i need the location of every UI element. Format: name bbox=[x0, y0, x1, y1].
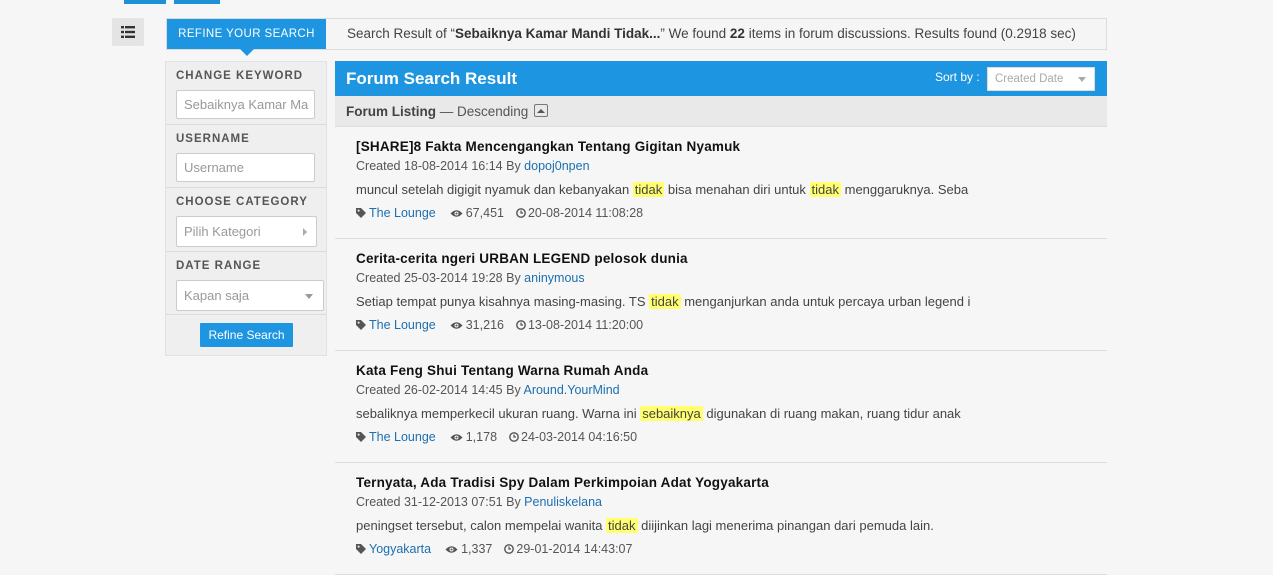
result-title[interactable]: Kata Feng Shui Tentang Warna Rumah Anda bbox=[356, 363, 1086, 381]
result-last-post: 20-08-2014 11:08:28 bbox=[527, 206, 644, 220]
result-views: 1,178 bbox=[465, 430, 498, 444]
result-snippet: sebaliknya memperkecil ukuran ruang. War… bbox=[356, 406, 1086, 424]
snippet-text: menganjurkan anda untuk percaya urban le… bbox=[680, 294, 971, 309]
eye-icon bbox=[450, 321, 463, 329]
snippet-text: sebaliknya memperkecil ukuran ruang. War… bbox=[356, 406, 641, 421]
result-views: 1,337 bbox=[461, 542, 493, 556]
search-query: Sebaiknya Kamar Mandi Tidak... bbox=[455, 26, 661, 41]
chevron-down-icon bbox=[305, 294, 313, 299]
sort-label: Sort by : bbox=[935, 70, 980, 84]
refine-your-search-tab[interactable]: REFINE YOUR SEARCH bbox=[167, 19, 326, 56]
result-footer: The Lounge 67,451 20-08-2014 11:08:28 bbox=[356, 205, 1086, 221]
result-author-link[interactable]: Around.YourMind bbox=[523, 383, 619, 397]
result-category-link[interactable]: The Lounge bbox=[369, 206, 436, 220]
result-snippet: peningset tersebut, calon mempelai wanit… bbox=[356, 518, 1086, 536]
result-views: 67,451 bbox=[465, 206, 504, 220]
clock-icon bbox=[504, 544, 515, 554]
date-range-section: DATE RANGE Kapan saja bbox=[166, 252, 326, 315]
snippet-text: menggaruknya. Seba bbox=[841, 182, 969, 197]
snippet-text: Setiap tempat punya kisahnya masing-masi… bbox=[356, 294, 650, 309]
keyword-highlight: sebaiknya bbox=[640, 406, 703, 421]
tag-icon bbox=[356, 320, 366, 330]
result-footer: Yogyakarta 1,337 29-01-2014 14:43:07 bbox=[356, 541, 1086, 557]
sort-select[interactable]: Created Date bbox=[987, 67, 1095, 91]
result-meta: Created 25-03-2014 19:28 By aninymous bbox=[356, 271, 585, 285]
result-title[interactable]: [SHARE]8 Fakta Mencengangkan Tentang Gig… bbox=[356, 139, 1086, 157]
chevron-right-icon bbox=[303, 228, 307, 236]
list-icon bbox=[121, 26, 135, 38]
clock-icon bbox=[516, 320, 526, 330]
keyword-input[interactable]: Sebaiknya Kamar Ma bbox=[176, 90, 315, 119]
category-section: CHOOSE CATEGORY Pilih Kategori bbox=[166, 188, 326, 252]
search-summary-bar: REFINE YOUR SEARCH Search Result of “Seb… bbox=[166, 18, 1107, 56]
snippet-text: diijinkan lagi menerima pinangan dari pe… bbox=[637, 518, 934, 533]
result-count: 22 bbox=[729, 26, 745, 41]
eye-icon bbox=[445, 545, 458, 553]
list-menu-button[interactable] bbox=[112, 18, 144, 46]
snippet-text: muncul setelah digigit nyamuk dan kebany… bbox=[356, 182, 633, 197]
username-label: USERNAME bbox=[176, 133, 250, 145]
snippet-text: digunakan di ruang makan, ruang tidur an… bbox=[702, 406, 961, 421]
result-item: Cerita-cerita ngeri URBAN LEGEND pelosok… bbox=[335, 239, 1107, 351]
keyword-highlight: tidak bbox=[809, 182, 841, 197]
tag-icon bbox=[356, 208, 366, 218]
refine-search-button[interactable]: Refine Search bbox=[200, 323, 293, 347]
chevron-down-icon bbox=[1078, 77, 1086, 82]
result-item: Ternyata, Ada Tradisi Spy Dalam Perkimpo… bbox=[335, 463, 1107, 575]
result-item: [SHARE]8 Fakta Mencengangkan Tentang Gig… bbox=[335, 127, 1107, 239]
sort-order-toggle[interactable] bbox=[534, 104, 548, 117]
result-category-link[interactable]: Yogyakarta bbox=[369, 542, 431, 556]
eye-icon bbox=[450, 433, 463, 441]
results-list: [SHARE]8 Fakta Mencengangkan Tentang Gig… bbox=[335, 127, 1107, 575]
listing-bar: Forum Listing — Descending bbox=[335, 96, 1107, 127]
keyword-highlight: tidak bbox=[606, 518, 638, 533]
result-author-link[interactable]: aninymous bbox=[524, 271, 584, 285]
keyword-section: CHANGE KEYWORD Sebaiknya Kamar Ma bbox=[166, 62, 326, 125]
snippet-text: peningset tersebut, calon mempelai wanit… bbox=[356, 518, 607, 533]
result-last-post: 13-08-2014 11:20:00 bbox=[527, 318, 644, 332]
clock-icon bbox=[509, 432, 519, 442]
result-meta: Created 31-12-2013 07:51 By Penuliskelan… bbox=[356, 495, 603, 509]
result-footer: The Lounge 31,216 13-08-2014 11:20:00 bbox=[356, 317, 1086, 333]
tag-icon bbox=[356, 544, 366, 554]
result-title[interactable]: Cerita-cerita ngeri URBAN LEGEND pelosok… bbox=[356, 251, 1086, 269]
listing-label: Forum Listing bbox=[346, 104, 436, 119]
page-title: Forum Search Result bbox=[346, 69, 517, 88]
clock-icon bbox=[516, 208, 526, 218]
result-last-post: 24-03-2014 04:16:50 bbox=[521, 430, 638, 444]
eye-icon bbox=[450, 209, 463, 217]
date-range-label: DATE RANGE bbox=[176, 260, 262, 272]
result-last-post: 29-01-2014 14:43:07 bbox=[516, 542, 633, 556]
date-range-select[interactable]: Kapan saja bbox=[176, 280, 324, 311]
username-section: USERNAME Username bbox=[166, 125, 326, 188]
result-views: 31,216 bbox=[465, 318, 504, 332]
result-snippet: Setiap tempat punya kisahnya masing-masi… bbox=[356, 294, 1086, 312]
search-result-summary: Search Result of “Sebaiknya Kamar Mandi … bbox=[347, 26, 1076, 41]
snippet-text: bisa menahan diri untuk bbox=[664, 182, 810, 197]
tag-icon bbox=[356, 432, 366, 442]
keyword-highlight: tidak bbox=[649, 294, 681, 309]
category-select[interactable]: Pilih Kategori bbox=[176, 216, 317, 247]
result-meta: Created 18-08-2014 16:14 By dopoj0npen bbox=[356, 159, 590, 173]
chevron-up-icon bbox=[537, 108, 545, 113]
forum-results-panel: Forum Search Result Sort by : Created Da… bbox=[335, 61, 1107, 575]
results-header: Forum Search Result Sort by : Created Da… bbox=[335, 61, 1107, 96]
result-meta: Created 26-02-2014 14:45 By Around.YourM… bbox=[356, 383, 620, 397]
result-category-link[interactable]: The Lounge bbox=[369, 318, 436, 332]
username-input[interactable]: Username bbox=[176, 153, 315, 182]
result-author-link[interactable]: Penuliskelana bbox=[524, 495, 602, 509]
keyword-highlight: tidak bbox=[632, 182, 665, 197]
result-item: Kata Feng Shui Tentang Warna Rumah Anda … bbox=[335, 351, 1107, 463]
category-label: CHOOSE CATEGORY bbox=[176, 196, 308, 208]
refine-sidebar: CHANGE KEYWORD Sebaiknya Kamar Ma USERNA… bbox=[165, 61, 327, 356]
keyword-label: CHANGE KEYWORD bbox=[176, 70, 304, 82]
result-author-link[interactable]: dopoj0npen bbox=[524, 159, 589, 173]
listing-order: — Descending bbox=[436, 104, 529, 119]
result-title[interactable]: Ternyata, Ada Tradisi Spy Dalam Perkimpo… bbox=[356, 475, 1086, 493]
result-category-link[interactable]: The Lounge bbox=[369, 430, 436, 444]
result-footer: The Lounge 1,178 24-03-2014 04:16:50 bbox=[356, 429, 1086, 445]
result-snippet: muncul setelah digigit nyamuk dan kebany… bbox=[356, 182, 1086, 200]
